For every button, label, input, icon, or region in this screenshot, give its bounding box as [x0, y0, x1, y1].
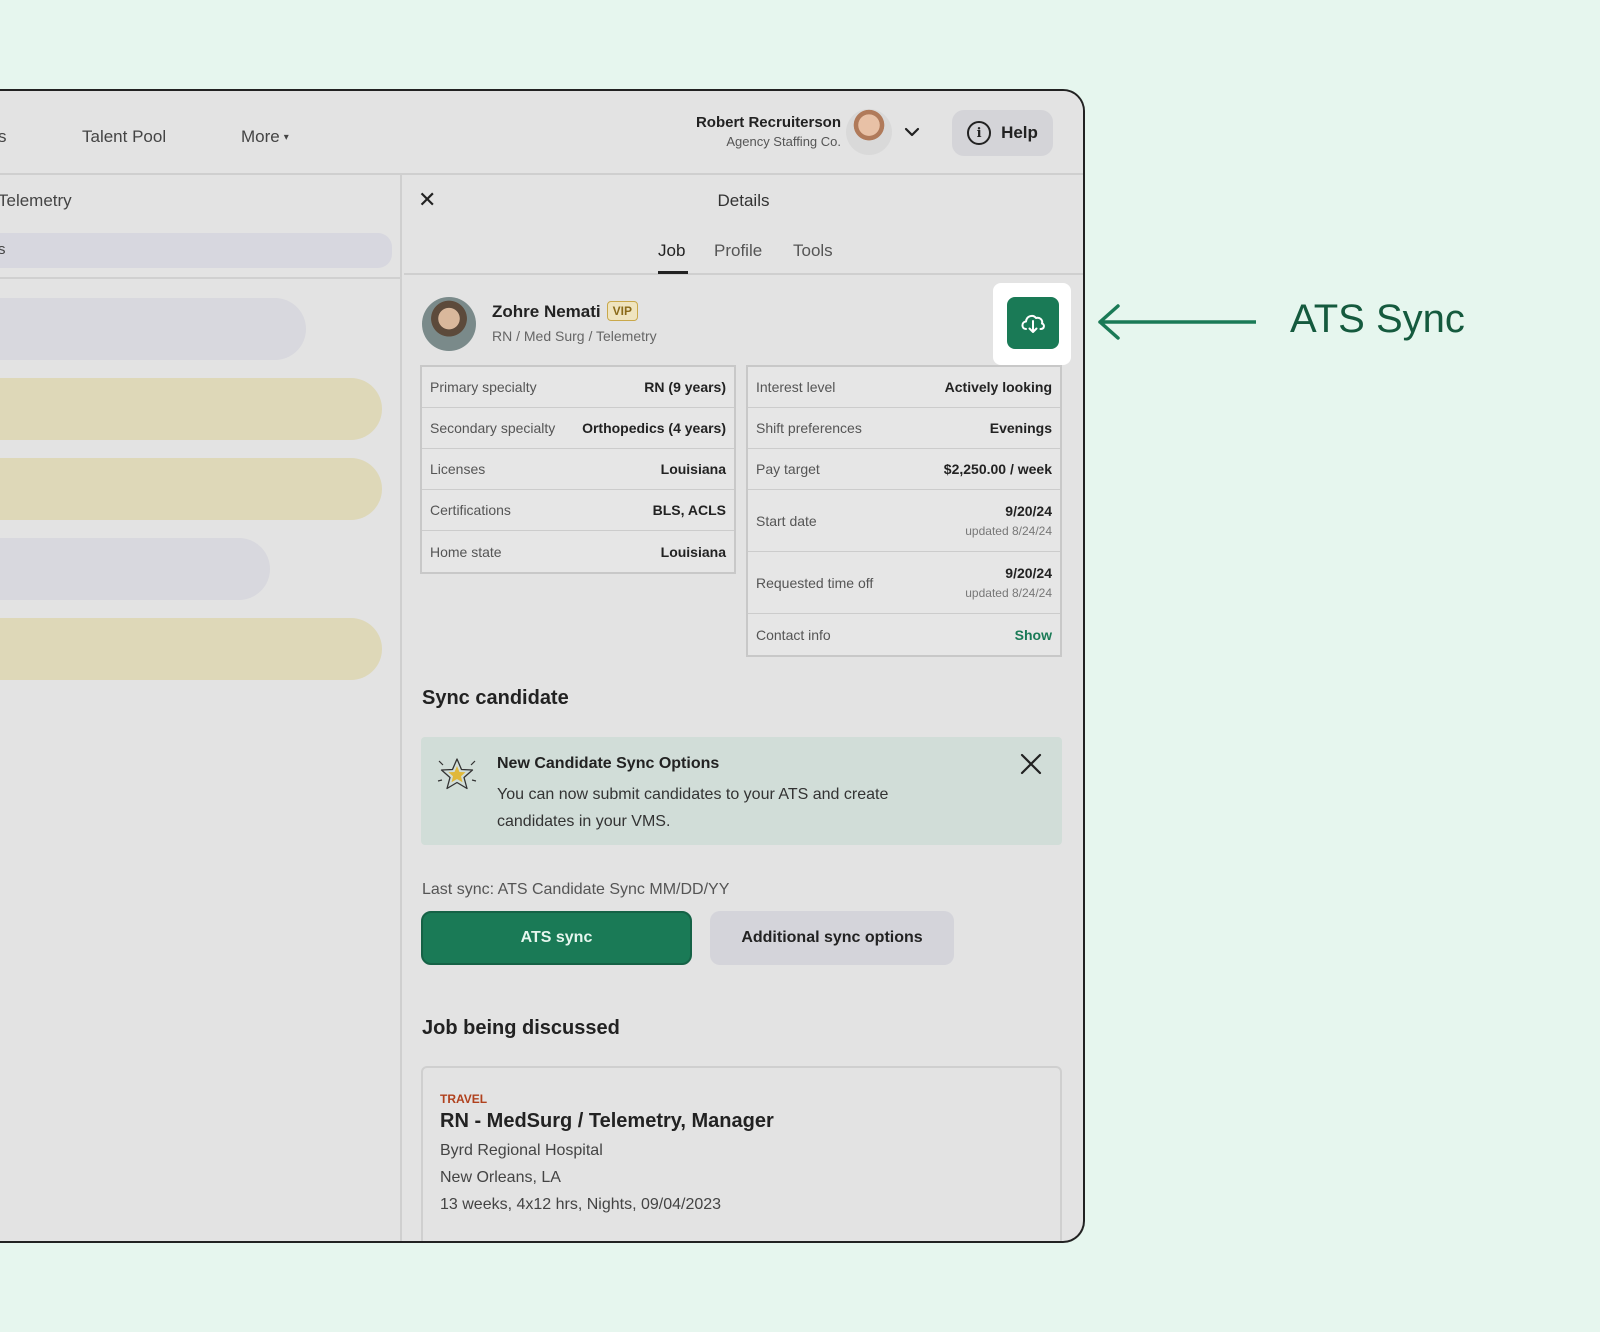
- show-contact-link[interactable]: Show: [1015, 627, 1052, 643]
- field-value: Evenings: [989, 420, 1052, 436]
- annotation-arrow-icon: [1098, 304, 1256, 340]
- field-value: Orthopedics (4 years): [582, 420, 726, 436]
- field-label: Requested time off: [756, 574, 874, 591]
- table-row: Shift preferences Evenings: [748, 408, 1060, 449]
- message-bubble: [0, 618, 382, 680]
- vip-badge: VIP: [606, 301, 638, 321]
- field-label: Start date: [756, 512, 817, 529]
- nav-item-talent-pool[interactable]: Talent Pool: [82, 127, 166, 147]
- nav-more-label: More: [241, 127, 280, 146]
- job-facility: Byrd Regional Hospital: [440, 1142, 603, 1159]
- job-type-tag: TRAVEL: [440, 1092, 488, 1106]
- tab-tools[interactable]: Tools: [793, 241, 833, 261]
- top-nav: s Talent Pool More▾ Robert Recruiterson …: [0, 91, 1083, 175]
- sync-section-title: Sync candidate: [422, 687, 569, 709]
- table-row: Start date 9/20/24 updated 8/24/24: [748, 490, 1060, 552]
- banner-text: You can now submit candidates to your AT…: [497, 786, 889, 830]
- cloud-download-icon: [1021, 314, 1045, 333]
- field-value-with-update: 9/20/24 updated 8/24/24: [965, 503, 1052, 538]
- field-value: Louisiana: [660, 461, 726, 477]
- field-label: Interest level: [756, 379, 836, 395]
- candidate-role: RN / Med Surg / Telemetry: [492, 328, 657, 344]
- close-icon[interactable]: [1020, 753, 1042, 775]
- field-value: RN (9 years): [644, 379, 726, 395]
- field-label: Contact info: [756, 626, 831, 643]
- candidate-preferences-table: Interest level Actively looking Shift pre…: [746, 365, 1062, 657]
- field-label: Certifications: [430, 502, 511, 518]
- candidate-facts-table: Primary specialty RN (9 years) Secondary …: [420, 365, 736, 574]
- field-label: Licenses: [430, 461, 486, 477]
- table-row: Requested time off 9/20/24 updated 8/24/24: [748, 552, 1060, 614]
- help-button[interactable]: i Help: [952, 110, 1053, 156]
- candidate-avatar: [422, 297, 476, 351]
- job-card[interactable]: TRAVEL RN - MedSurg / Telemetry, Manager…: [421, 1066, 1062, 1241]
- updated-date: updated 8/24/24: [965, 586, 1052, 600]
- conversation-title: Telemetry: [0, 191, 72, 210]
- details-panel: ✕ Details Job Profile Tools Zohre Nemati…: [404, 175, 1083, 1241]
- user-company: Agency Staffing Co.: [726, 134, 841, 149]
- user-name: Robert Recruiterson: [695, 114, 841, 131]
- field-value: 9/20/24: [1005, 503, 1052, 519]
- field-label: Secondary specialty: [430, 420, 556, 436]
- message-bubble: [0, 538, 270, 600]
- message-bubble: [0, 458, 382, 520]
- last-sync-text: Last sync: ATS Candidate Sync MM/DD/YY: [422, 881, 730, 898]
- job-section-title: Job being discussed: [422, 1017, 620, 1039]
- field-label: Primary specialty: [430, 379, 537, 395]
- conversation-filter[interactable]: s: [0, 233, 392, 268]
- job-schedule: 13 weeks, 4x12 hrs, Nights, 09/04/2023: [440, 1196, 722, 1213]
- table-row: Secondary specialty Orthopedics (4 years): [422, 408, 734, 449]
- star-icon: [437, 758, 477, 790]
- caret-down-icon: ▾: [283, 132, 289, 143]
- table-row: Interest level Actively looking: [748, 367, 1060, 408]
- message-bubble: [0, 378, 382, 440]
- details-tabs: Job Profile Tools: [404, 235, 1083, 275]
- ats-sync-button[interactable]: ATS sync: [421, 911, 692, 965]
- chevron-down-icon[interactable]: [903, 123, 921, 141]
- active-tab-indicator: [658, 271, 688, 274]
- field-label: Home state: [430, 543, 502, 560]
- annotation-label: ATS Sync: [1290, 297, 1465, 341]
- table-row: Primary specialty RN (9 years): [422, 367, 734, 408]
- field-value: BLS, ACLS: [652, 502, 726, 518]
- job-title: RN - MedSurg / Telemetry, Manager: [440, 1110, 774, 1132]
- message-bubble: [0, 298, 306, 360]
- conversation-panel: Telemetry s: [0, 175, 402, 1241]
- field-value-with-update: 9/20/24 updated 8/24/24: [965, 565, 1052, 600]
- details-title: Details: [717, 191, 770, 210]
- candidate-name: Zohre Nemati VIP: [492, 301, 638, 322]
- table-row: Home state Louisiana: [422, 531, 734, 572]
- user-avatar[interactable]: [846, 109, 892, 155]
- table-row: Licenses Louisiana: [422, 449, 734, 490]
- nav-item-more[interactable]: More ▾: [241, 127, 289, 147]
- field-value: $2,250.00 / week: [943, 461, 1052, 477]
- updated-date: updated 8/24/24: [965, 524, 1052, 538]
- nav-item-partial[interactable]: s: [0, 127, 7, 147]
- tab-profile[interactable]: Profile: [714, 241, 762, 261]
- field-label: Shift preferences: [756, 420, 862, 436]
- info-icon: i: [967, 121, 992, 145]
- divider: [0, 277, 402, 279]
- ats-sync-icon-button[interactable]: [1007, 297, 1059, 349]
- table-row: Contact info Show: [748, 614, 1060, 655]
- sync-options-banner: New Candidate Sync Options You can now s…: [421, 737, 1062, 845]
- tab-job[interactable]: Job: [658, 241, 685, 261]
- banner-title: New Candidate Sync Options: [497, 755, 720, 772]
- additional-sync-options-button[interactable]: Additional sync options: [710, 911, 954, 965]
- job-location: New Orleans, LA: [440, 1169, 561, 1186]
- field-label: Pay target: [756, 461, 820, 477]
- app-window: s Talent Pool More▾ Robert Recruiterson …: [0, 89, 1085, 1243]
- field-value: 9/20/24: [1005, 565, 1052, 581]
- user-info: Robert Recruiterson Agency Staffing Co.: [696, 114, 841, 149]
- field-value: Louisiana: [660, 543, 726, 560]
- table-row: Pay target $2,250.00 / week: [748, 449, 1060, 490]
- table-row: Certifications BLS, ACLS: [422, 490, 734, 531]
- help-label: Help: [1001, 123, 1038, 142]
- candidate-name-text: Zohre Nemati: [492, 302, 601, 321]
- field-value: Actively looking: [944, 379, 1052, 395]
